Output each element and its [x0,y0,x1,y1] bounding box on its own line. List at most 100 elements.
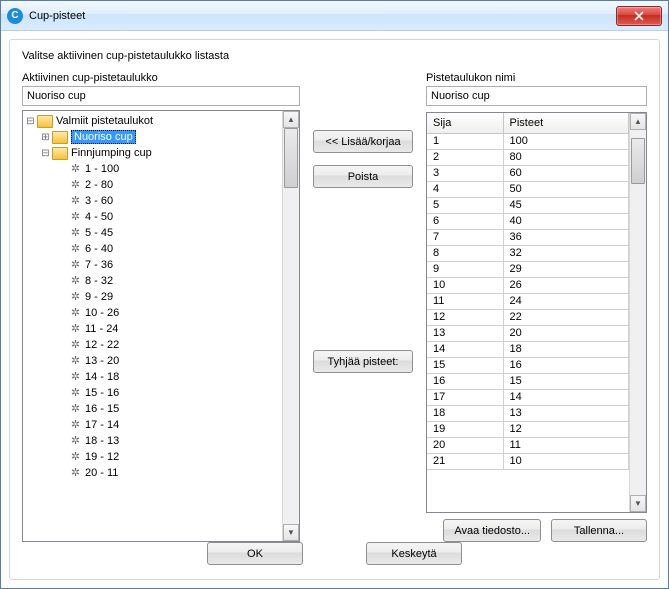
cell-pisteet[interactable]: 18 [503,341,629,357]
table-row[interactable]: 2110 [427,453,629,469]
cell-pisteet[interactable]: 50 [503,181,629,197]
scroll-track[interactable] [283,128,299,524]
table-row[interactable]: 360 [427,165,629,181]
cell-sija[interactable]: 14 [427,341,503,357]
titlebar[interactable]: C Cup-pisteet [1,1,668,31]
expander-icon[interactable]: ⊟ [25,116,36,127]
table-row[interactable]: 280 [427,149,629,165]
tree-row[interactable]: ⊟Valmiit pistetaulukot [25,113,282,129]
col-header-pisteet[interactable]: Pisteet [503,113,629,133]
cell-pisteet[interactable]: 100 [503,133,629,149]
grid-scroll-up-button[interactable]: ▲ [630,113,646,130]
expander-icon[interactable]: ⊟ [40,148,51,159]
cell-pisteet[interactable]: 32 [503,245,629,261]
table-row[interactable]: 1124 [427,293,629,309]
active-table-input[interactable] [22,86,300,106]
cell-sija[interactable]: 6 [427,213,503,229]
scroll-up-button[interactable]: ▲ [283,111,299,128]
table-row[interactable]: 1222 [427,309,629,325]
cell-sija[interactable]: 4 [427,181,503,197]
cell-pisteet[interactable]: 45 [503,197,629,213]
tree-row[interactable]: ✲16 - 15 [25,401,282,417]
cell-pisteet[interactable]: 13 [503,405,629,421]
table-row[interactable]: 736 [427,229,629,245]
tree-row[interactable]: ⊞Nuoriso cup [25,129,282,145]
tree-row[interactable]: ⊟Finnjumping cup [25,145,282,161]
table-row[interactable]: 1516 [427,357,629,373]
cell-pisteet[interactable]: 80 [503,149,629,165]
cell-sija[interactable]: 11 [427,293,503,309]
cell-sija[interactable]: 3 [427,165,503,181]
clear-points-button[interactable]: Tyhjää pisteet: [313,350,413,373]
table-row[interactable]: 1100 [427,133,629,149]
tree-row[interactable]: ✲1 - 100 [25,161,282,177]
cell-sija[interactable]: 21 [427,453,503,469]
cell-pisteet[interactable]: 11 [503,437,629,453]
cancel-button[interactable]: Keskeytä [366,542,462,565]
cell-sija[interactable]: 15 [427,357,503,373]
cell-pisteet[interactable]: 10 [503,453,629,469]
table-row[interactable]: 1912 [427,421,629,437]
tree-row[interactable]: ✲4 - 50 [25,209,282,225]
save-file-button[interactable]: Tallenna... [551,519,647,542]
cell-sija[interactable]: 13 [427,325,503,341]
table-name-input[interactable] [426,86,647,106]
expander-icon[interactable]: ⊞ [40,132,51,143]
cell-pisteet[interactable]: 12 [503,421,629,437]
grid-scroll-thumb[interactable] [631,138,645,184]
tree-row[interactable]: ✲19 - 12 [25,449,282,465]
table-row[interactable]: 832 [427,245,629,261]
tree-row[interactable]: ✲8 - 32 [25,273,282,289]
tree-view[interactable]: ⊟Valmiit pistetaulukot⊞Nuoriso cup⊟Finnj… [23,111,282,541]
cell-pisteet[interactable]: 16 [503,357,629,373]
cell-pisteet[interactable]: 36 [503,229,629,245]
add-button[interactable]: << Lisää/korjaa [313,130,413,153]
cell-pisteet[interactable]: 20 [503,325,629,341]
tree-row[interactable]: ✲7 - 36 [25,257,282,273]
cell-pisteet[interactable]: 22 [503,309,629,325]
tree-row[interactable]: ✲6 - 40 [25,241,282,257]
grid-scroll-track[interactable] [630,130,646,495]
scroll-down-button[interactable]: ▼ [283,524,299,541]
tree-row[interactable]: ✲3 - 60 [25,193,282,209]
cell-sija[interactable]: 19 [427,421,503,437]
tree-row[interactable]: ✲11 - 24 [25,321,282,337]
table-row[interactable]: 450 [427,181,629,197]
table-row[interactable]: 1813 [427,405,629,421]
cell-sija[interactable]: 9 [427,261,503,277]
tree-scrollbar[interactable]: ▲ ▼ [282,111,299,541]
table-row[interactable]: 1026 [427,277,629,293]
tree-row[interactable]: ✲15 - 16 [25,385,282,401]
cell-sija[interactable]: 20 [427,437,503,453]
open-file-button[interactable]: Avaa tiedosto... [443,519,541,542]
tree-row[interactable]: ✲18 - 13 [25,433,282,449]
cell-sija[interactable]: 16 [427,373,503,389]
col-header-sija[interactable]: Sija [427,113,503,133]
cell-pisteet[interactable]: 15 [503,373,629,389]
grid-scroll-down-button[interactable]: ▼ [630,495,646,512]
table-row[interactable]: 1418 [427,341,629,357]
tree-row[interactable]: ✲17 - 14 [25,417,282,433]
cell-pisteet[interactable]: 26 [503,277,629,293]
cell-sija[interactable]: 5 [427,197,503,213]
points-grid[interactable]: Sija Pisteet 110028036045054564073683292… [427,113,629,512]
scroll-thumb[interactable] [284,128,298,188]
cell-sija[interactable]: 18 [427,405,503,421]
cell-sija[interactable]: 2 [427,149,503,165]
tree-row[interactable]: ✲10 - 26 [25,305,282,321]
cell-pisteet[interactable]: 60 [503,165,629,181]
cell-sija[interactable]: 17 [427,389,503,405]
table-row[interactable]: 640 [427,213,629,229]
table-row[interactable]: 1615 [427,373,629,389]
table-row[interactable]: 1714 [427,389,629,405]
table-row[interactable]: 2011 [427,437,629,453]
tree-row[interactable]: ✲9 - 29 [25,289,282,305]
cell-sija[interactable]: 7 [427,229,503,245]
ok-button[interactable]: OK [207,542,303,565]
cell-sija[interactable]: 1 [427,133,503,149]
table-row[interactable]: 545 [427,197,629,213]
cell-pisteet[interactable]: 24 [503,293,629,309]
tree-row[interactable]: ✲13 - 20 [25,353,282,369]
tree-row[interactable]: ✲12 - 22 [25,337,282,353]
grid-scrollbar[interactable]: ▲ ▼ [629,113,646,512]
